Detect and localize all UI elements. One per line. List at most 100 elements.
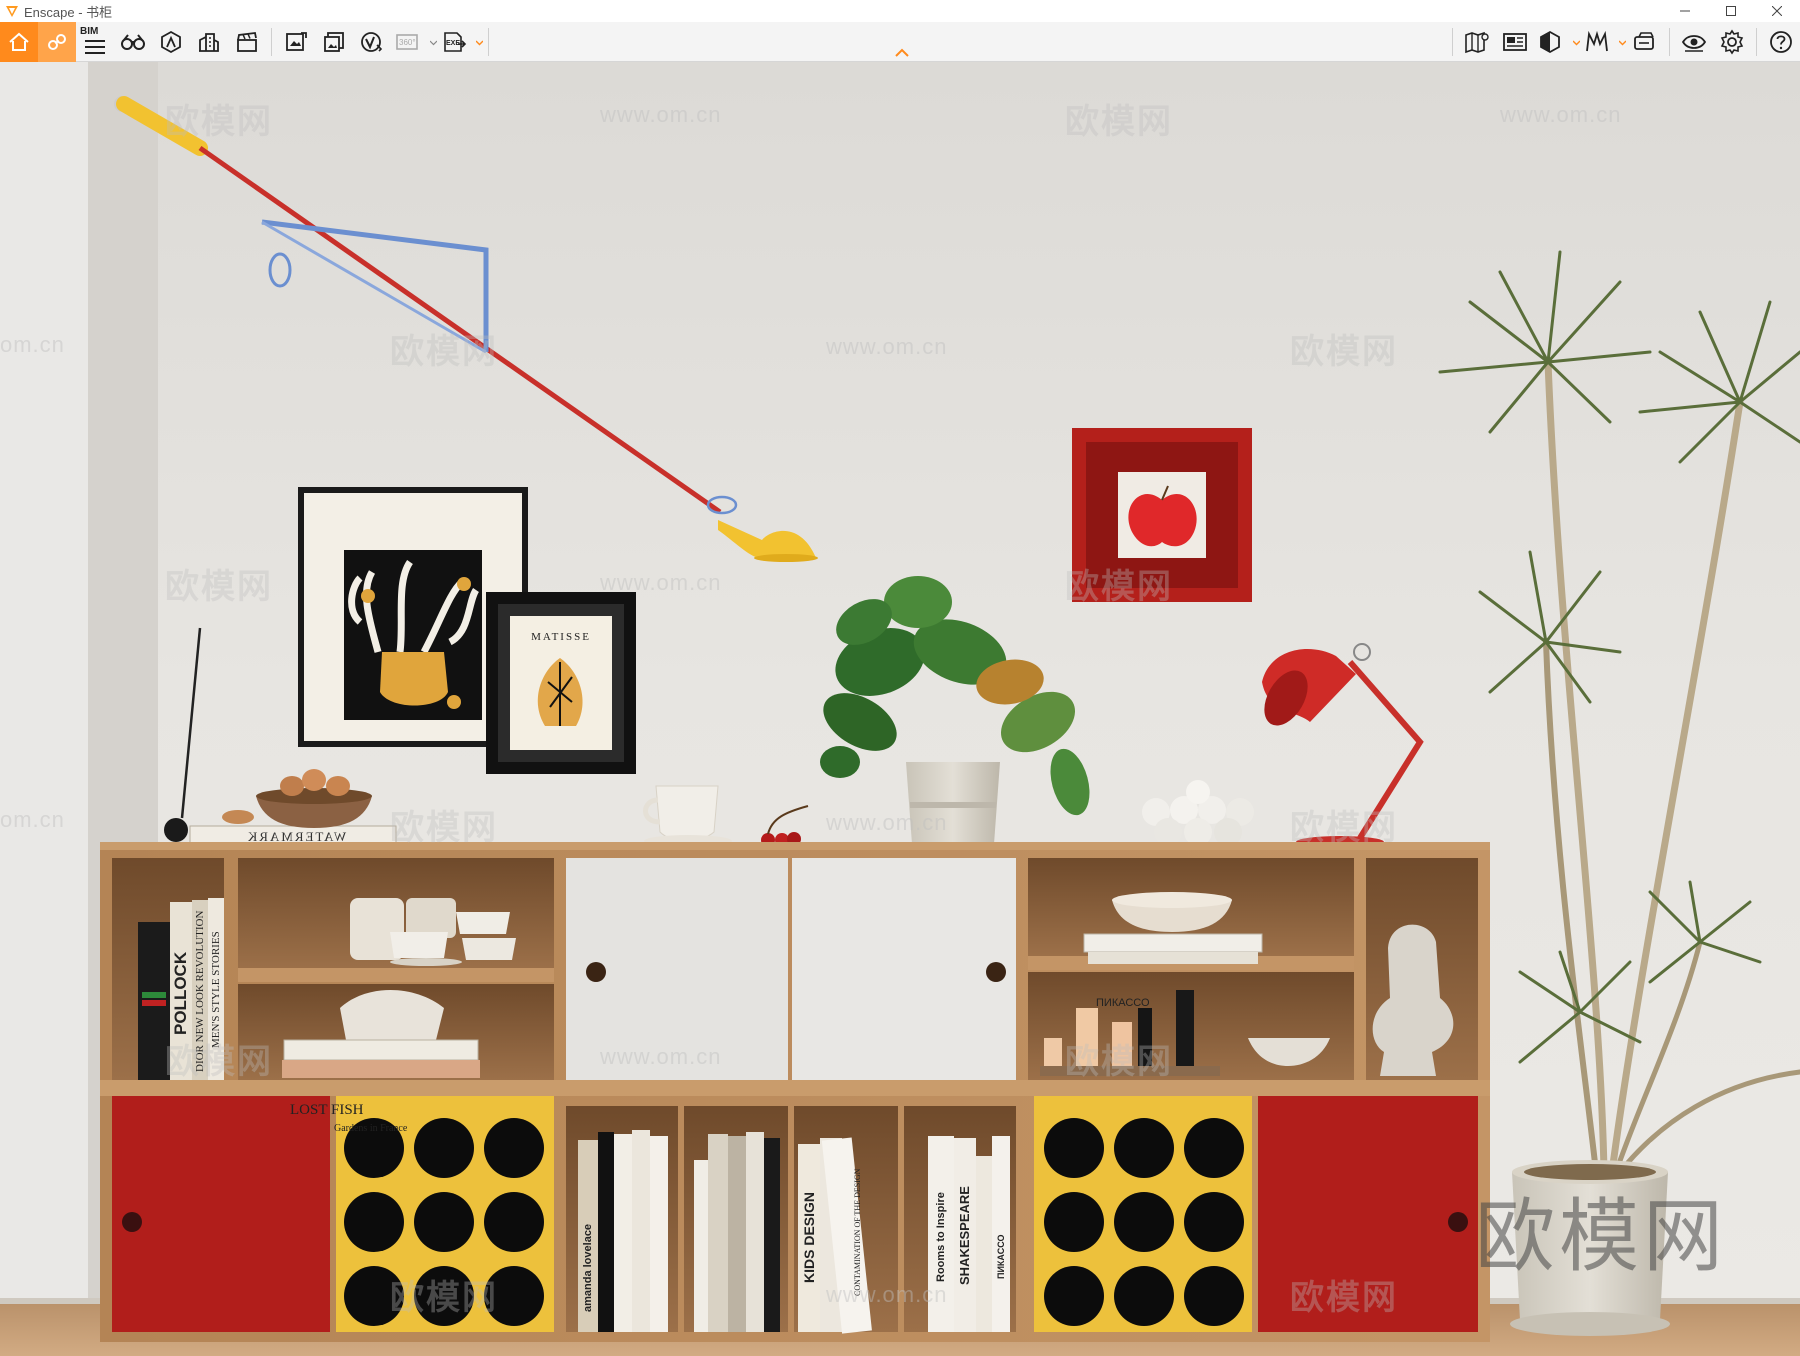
exe-export-icon: EXE	[444, 32, 467, 52]
minimize-icon	[1680, 10, 1690, 12]
watermark: 欧模网	[390, 809, 498, 847]
panorama-360-icon: 360°	[396, 34, 418, 50]
book-gardens-title: Gardens in France	[334, 1123, 408, 1134]
watermark: 欧模网	[1290, 809, 1398, 847]
building-button[interactable]	[190, 22, 228, 62]
minimize-button[interactable]	[1662, 0, 1708, 22]
maximize-button[interactable]	[1708, 0, 1754, 22]
watermark-large: 欧模网	[1475, 1192, 1727, 1281]
watermark-cn: om.cn	[0, 332, 65, 357]
framed-art-matisse: MATISSE	[486, 592, 636, 774]
vr-icon	[361, 32, 383, 52]
bim-label: BIM	[80, 26, 99, 37]
materials-icon	[1586, 30, 1608, 52]
bim-icon	[85, 40, 105, 54]
capture-button[interactable]	[1626, 22, 1664, 62]
toolbar-right-group	[1447, 22, 1800, 62]
capture-icon	[1634, 32, 1654, 50]
watermark: 欧模网	[1065, 568, 1173, 606]
home-icon	[9, 32, 29, 51]
render-scene: MATISSE WATERMARK	[0, 62, 1800, 1356]
watermark: 欧模网	[390, 1279, 498, 1317]
toolbar-separator	[271, 28, 272, 56]
window-title: Enscape - 书柜	[24, 4, 113, 20]
book-amanda: amanda lovelace	[582, 1223, 594, 1313]
watermark: 欧模网	[1065, 1043, 1173, 1081]
link-button[interactable]	[38, 22, 76, 62]
book-picasso-spine: ПИКАССО	[996, 1234, 1006, 1280]
watermark-url: www.om.cn	[1500, 102, 1622, 127]
help-button[interactable]	[1762, 22, 1800, 62]
building-icon	[199, 33, 219, 52]
enscape-logo-icon	[6, 6, 18, 17]
binoculars-icon	[121, 34, 145, 50]
views-button[interactable]	[1496, 22, 1534, 62]
render-viewport[interactable]: MATISSE WATERMARK POLLOCK DIOR NEW LOOK …	[0, 62, 1800, 1356]
toolbar-left-group: BIM 360° EXE	[0, 22, 494, 62]
bim-button[interactable]: BIM	[76, 22, 114, 62]
batch-render-button[interactable]	[315, 22, 353, 62]
cabinet	[100, 842, 1490, 1342]
eye-icon	[1681, 35, 1707, 52]
window-controls	[1662, 0, 1800, 22]
close-button[interactable]	[1754, 0, 1800, 22]
asset-icon	[161, 30, 181, 54]
watermark: 欧模网	[165, 568, 273, 606]
title-bar: Enscape - 书柜	[0, 0, 1800, 22]
vr-button[interactable]	[353, 22, 391, 62]
chevron-down-icon	[1619, 40, 1626, 46]
panorama-button[interactable]: 360°	[391, 22, 437, 62]
watermark-url: www.om.cn	[600, 1044, 722, 1069]
video-editor-button[interactable]	[228, 22, 266, 62]
gear-icon	[1720, 29, 1744, 55]
books-lost-fish	[282, 1039, 480, 1078]
close-icon	[1772, 6, 1782, 16]
book-lost-fish-title: LOST FISH	[290, 1102, 364, 1118]
materials-button[interactable]	[1580, 22, 1626, 62]
wall-column	[0, 62, 92, 1302]
maximize-icon	[1726, 6, 1736, 16]
link-icon	[48, 34, 66, 50]
panorama-label: 360°	[399, 38, 416, 47]
settings-button[interactable]	[1713, 22, 1751, 62]
asset-library-button[interactable]	[152, 22, 190, 62]
map-button[interactable]	[1458, 22, 1496, 62]
watermark: 欧模网	[1065, 103, 1173, 141]
section-icon	[1540, 30, 1560, 54]
chevron-down-icon	[476, 40, 483, 46]
help-icon	[1770, 31, 1792, 53]
walk-mode-button[interactable]	[114, 22, 152, 62]
home-button[interactable]	[0, 22, 38, 62]
visibility-button[interactable]	[1675, 22, 1713, 62]
image-export-icon	[286, 32, 307, 51]
exe-export-button[interactable]: EXE	[437, 22, 483, 62]
watermark-url: www.om.cn	[826, 334, 948, 359]
watermark: 欧模网	[1290, 1279, 1398, 1317]
batch-export-icon	[324, 32, 344, 52]
books-picasso	[1083, 933, 1263, 964]
watermark: 欧模网	[165, 103, 273, 141]
watermark: 欧模网	[1290, 333, 1398, 371]
watermark-url: www.om.cn	[826, 810, 948, 835]
watermark-cn: om.cn	[0, 807, 65, 832]
toolbar-separator	[1452, 28, 1453, 56]
poster-title: MATISSE	[531, 631, 591, 643]
watermark-url: www.om.cn	[600, 102, 722, 127]
book-watermark-title: WATERMARK	[246, 829, 346, 844]
collapse-toolbar-icon[interactable]	[894, 46, 910, 58]
book-shakespeare: SHAKESPEARE	[957, 1186, 972, 1286]
toolbar-separator	[488, 28, 489, 56]
book-kids-design: KIDS DESIGN	[801, 1191, 817, 1283]
section-button[interactable]	[1534, 22, 1580, 62]
map-icon	[1465, 31, 1489, 54]
toolbar-separator	[1669, 28, 1670, 56]
screenshot-button[interactable]	[277, 22, 315, 62]
watermark: 欧模网	[390, 333, 498, 371]
watermark-url: www.om.cn	[600, 570, 722, 595]
toolbar-separator	[1756, 28, 1757, 56]
chevron-down-icon	[430, 40, 437, 46]
yellow-door-holes-right	[1044, 1118, 1244, 1326]
watermark: 欧模网	[165, 1043, 273, 1081]
book-picasso-title: ПИКАССО	[1096, 997, 1150, 1009]
chevron-down-icon	[1573, 40, 1580, 46]
